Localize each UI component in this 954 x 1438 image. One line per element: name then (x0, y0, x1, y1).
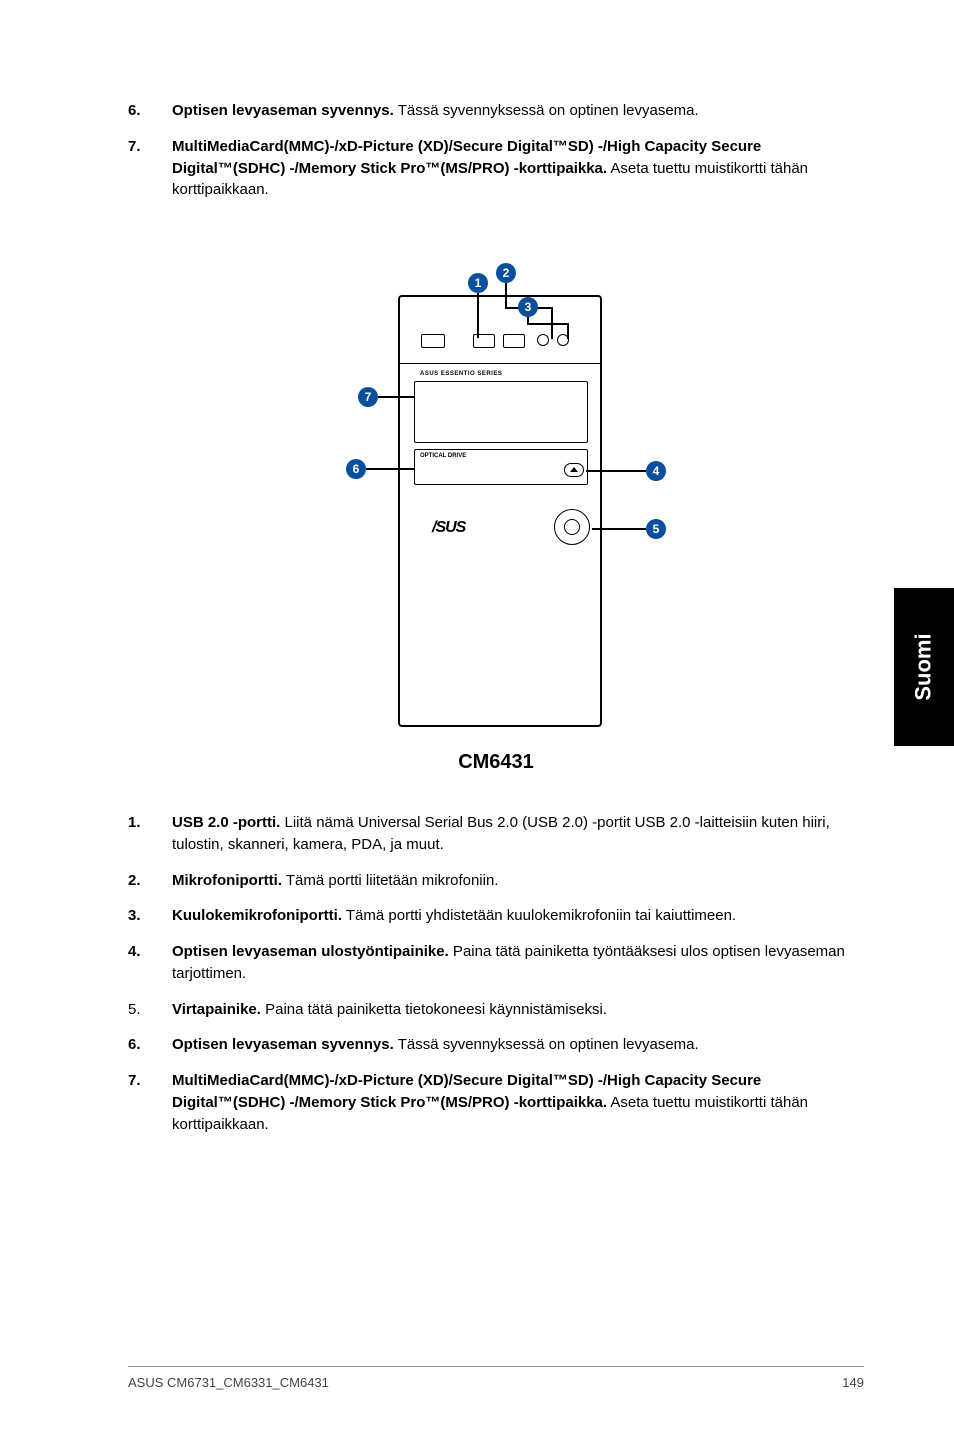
item-rest: Tämä portti yhdistetään kuulokemikrofoni… (342, 907, 736, 924)
power-inner-icon (564, 519, 580, 535)
item-rest: Tämä portti liitetään mikrofoniin. (282, 872, 498, 889)
item-number: 1. (128, 812, 172, 856)
leader-line (586, 470, 646, 472)
callout-3: 3 (518, 297, 538, 317)
callout-4: 4 (646, 461, 666, 481)
item-label: Virtapainike. (172, 1001, 261, 1018)
item-text: MultiMediaCard(MMC)-/xD-Picture (XD)/Sec… (172, 136, 864, 201)
callout-6: 6 (346, 459, 366, 479)
item-number: 7. (128, 136, 172, 201)
callout-2: 2 (496, 263, 516, 283)
item-label: Optisen levyaseman ulostyöntipainike. (172, 943, 449, 960)
item-number: 6. (128, 1034, 172, 1056)
item-number: 7. (128, 1070, 172, 1135)
figure-caption: CM6431 (458, 751, 534, 774)
item-label: Optisen levyaseman syvennys. (172, 1036, 394, 1053)
item-label: Optisen levyaseman syvennys. (172, 102, 394, 119)
leader-line (378, 396, 414, 398)
item-text: Virtapainike. Paina tätä painiketta tiet… (172, 999, 864, 1021)
leader-line (592, 528, 646, 530)
callout-5: 5 (646, 519, 666, 539)
item-number: 5. (128, 999, 172, 1021)
leader-line (366, 468, 414, 470)
callout-1: 1 (468, 273, 488, 293)
item-text: Mikrofoniportti. Tämä portti liitetään m… (172, 870, 864, 892)
item-rest: Tässä syvennyksessä on optinen levyasema… (394, 1036, 699, 1053)
callout-7: 7 (358, 387, 378, 407)
list-item-6: 6. Optisen levyaseman syvennys. Tässä sy… (128, 1034, 864, 1056)
language-label: Suomi (911, 633, 937, 700)
list-item-5: 5. Virtapainike. Paina tätä painiketta t… (128, 999, 864, 1021)
item-rest: Tässä syvennyksessä on optinen levyasema… (394, 102, 699, 119)
page-footer: ASUS CM6731_CM6331_CM6431 149 (128, 1366, 864, 1390)
item-number: 2. (128, 870, 172, 892)
item-number: 6. (128, 100, 172, 122)
leader-line (477, 293, 479, 338)
item-number: 4. (128, 941, 172, 985)
audio-jack-icon (537, 334, 549, 346)
list-item-3: 3. Kuulokemikrofoniportti. Tämä portti y… (128, 905, 864, 927)
leader-line (567, 323, 569, 339)
optical-bay-icon (414, 381, 588, 443)
asus-logo: /SUS (432, 519, 465, 537)
list-item-7: 7. MultiMediaCard(MMC)-/xD-Picture (XD)/… (128, 1070, 864, 1135)
list-item-6-top: 6. Optisen levyaseman syvennys. Tässä sy… (128, 100, 864, 122)
item-label: USB 2.0 -portti. (172, 814, 280, 831)
product-figure: ASUS ESSENTIO SERIES OPTICAL DRIVE /SUS … (128, 227, 864, 774)
optical-drive-icon (414, 449, 588, 485)
leader-line (505, 283, 507, 307)
item-label: Mikrofoniportti. (172, 872, 282, 889)
item-text: Optisen levyaseman syvennys. Tässä syven… (172, 100, 864, 122)
list-item-7-top: 7. MultiMediaCard(MMC)-/xD-Picture (XD)/… (128, 136, 864, 201)
item-text: Kuulokemikrofoniportti. Tämä portti yhdi… (172, 905, 864, 927)
list-item-4: 4. Optisen levyaseman ulostyöntipainike.… (128, 941, 864, 985)
tower-diagram: ASUS ESSENTIO SERIES OPTICAL DRIVE /SUS … (326, 227, 666, 743)
panel-divider (398, 363, 602, 364)
language-tab: Suomi (894, 588, 954, 746)
item-text: USB 2.0 -portti. Liitä nämä Universal Se… (172, 812, 864, 856)
front-io-panel (421, 331, 581, 351)
list-item-1: 1. USB 2.0 -portti. Liitä nämä Universal… (128, 812, 864, 856)
eject-triangle-icon (570, 467, 578, 472)
footer-page-number: 149 (842, 1375, 864, 1390)
item-text: Optisen levyaseman syvennys. Tässä syven… (172, 1034, 864, 1056)
usb-port-icon (503, 334, 525, 348)
item-text: Optisen levyaseman ulostyöntipainike. Pa… (172, 941, 864, 985)
item-label: Kuulokemikrofoniportti. (172, 907, 342, 924)
footer-model: ASUS CM6731_CM6331_CM6431 (128, 1375, 329, 1390)
item-number: 3. (128, 905, 172, 927)
item-text: MultiMediaCard(MMC)-/xD-Picture (XD)/Sec… (172, 1070, 864, 1135)
item-rest: Paina tätä painiketta tietokoneesi käynn… (261, 1001, 607, 1018)
list-item-2: 2. Mikrofoniportti. Tämä portti liitetää… (128, 870, 864, 892)
card-slot-icon (421, 334, 445, 348)
leader-line (527, 323, 567, 325)
series-label: ASUS ESSENTIO SERIES (420, 371, 502, 377)
